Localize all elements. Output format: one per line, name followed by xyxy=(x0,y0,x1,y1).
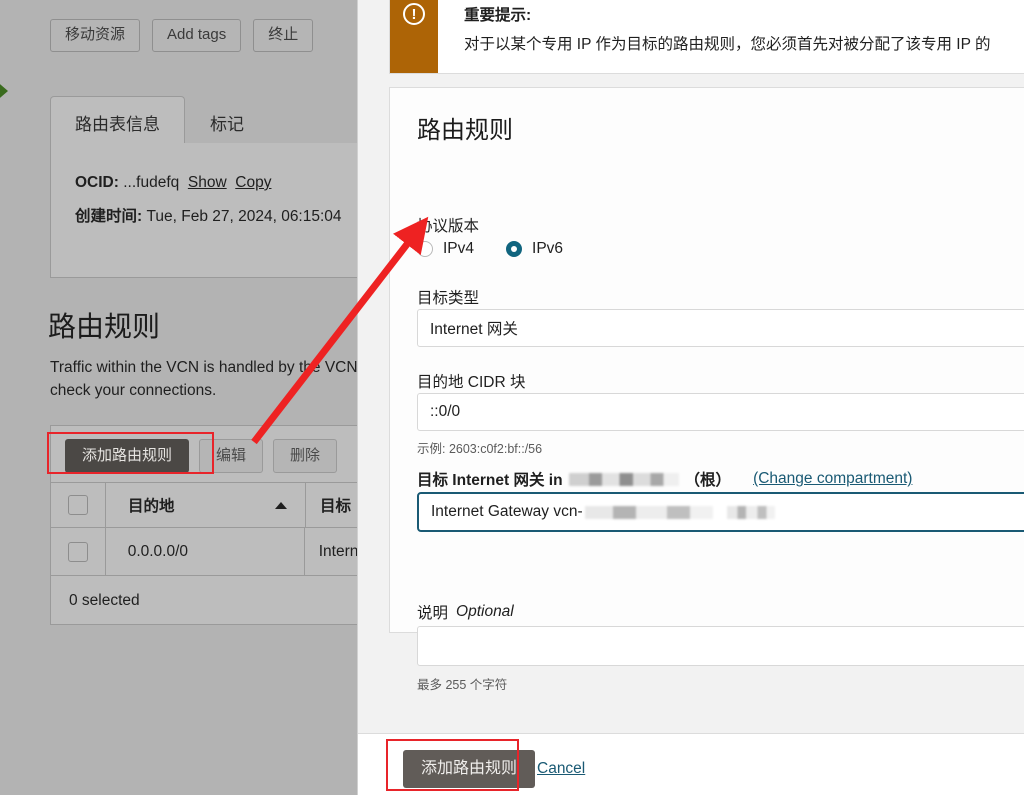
table-footer-selected-count: 0 selected xyxy=(51,576,357,625)
target-gateway-label-prefix: 目标 Internet 网关 in xyxy=(417,468,563,490)
route-rules-table: 添加路由规则 编辑 删除 目的地 目标 0.0.0.0/0 Int xyxy=(50,425,357,625)
description-hint: 最多 255 个字符 xyxy=(417,674,507,693)
target-gateway-label-suffix: （根） xyxy=(685,468,732,490)
target-type-select[interactable]: Internet 网关 xyxy=(417,309,1024,347)
ocid-value: ...fudefq xyxy=(123,174,179,191)
select-all-checkbox[interactable] xyxy=(68,495,88,515)
edit-button[interactable]: 编辑 xyxy=(199,439,263,473)
add-tags-button[interactable]: Add tags xyxy=(152,19,241,52)
banner-text: 重要提示: 对于以某个专用 IP 作为目标的路由规则，您必须首先对被分配了该专用… xyxy=(438,0,990,73)
table-header-row: 目的地 目标 xyxy=(51,482,357,528)
table-row[interactable]: 0.0.0.0/0 Internet xyxy=(51,528,357,576)
add-route-rule-button[interactable]: 添加路由规则 xyxy=(65,439,189,473)
important-notice-banner: ! 重要提示: 对于以某个专用 IP 作为目标的路由规则，您必须首先对被分配了该… xyxy=(389,0,1024,74)
redacted-gateway-id-1 xyxy=(585,506,713,519)
cancel-link[interactable]: Cancel xyxy=(537,760,585,778)
target-type-label: 目标类型 xyxy=(417,286,479,308)
submit-add-route-rule-button[interactable]: 添加路由规则 xyxy=(403,750,535,788)
screen-root: 移动资源 Add tags 终止 路由表信息 标记 OCID: ...fudef… xyxy=(0,0,1024,795)
banner-body: 对于以某个专用 IP 作为目标的路由规则，您必须首先对被分配了该专用 IP 的 xyxy=(464,30,990,59)
route-rules-heading: 路由规则 xyxy=(48,305,160,345)
target-type-value: Internet 网关 xyxy=(430,317,518,339)
background-page: 移动资源 Add tags 终止 路由表信息 标记 OCID: ...fudef… xyxy=(0,0,357,795)
created-row: 创建时间: Tue, Feb 27, 2024, 06:15:04 xyxy=(75,204,342,226)
target-gateway-label-row: 目标 Internet 网关 in （根） (Change compartmen… xyxy=(417,468,912,490)
route-table-info-card: OCID: ...fudefq Show Copy 创建时间: Tue, Feb… xyxy=(50,143,357,278)
route-rules-toolbar: 添加路由规则 编辑 删除 xyxy=(65,439,337,473)
destination-cidr-label: 目的地 CIDR 块 xyxy=(417,370,526,392)
destination-cidr-value: ::0/0 xyxy=(430,403,460,421)
tab-route-table-info[interactable]: 路由表信息 xyxy=(50,96,185,147)
move-resource-button[interactable]: 移动资源 xyxy=(50,19,140,52)
exclamation-circle-icon: ! xyxy=(403,3,425,25)
resource-action-buttons: 移动资源 Add tags 终止 xyxy=(50,19,313,52)
radio-ipv6[interactable] xyxy=(506,241,522,257)
banner-title: 重要提示: xyxy=(464,7,531,24)
description-label-row: 说明 Optional xyxy=(417,601,514,623)
destination-cidr-hint: 示例: 2603:c0f2:bf::/56 xyxy=(417,438,542,457)
created-label: 创建时间: xyxy=(75,208,142,225)
ocid-label: OCID: xyxy=(75,174,119,191)
destination-cidr-input[interactable]: ::0/0 xyxy=(417,393,1024,431)
add-route-rule-panel: ! 重要提示: 对于以某个专用 IP 作为目标的路由规则，您必须首先对被分配了该… xyxy=(357,0,1024,795)
radio-ipv4-label[interactable]: IPv4 xyxy=(443,240,474,258)
ocid-copy-link[interactable]: Copy xyxy=(235,174,271,191)
change-compartment-link[interactable]: (Change compartment) xyxy=(753,470,912,488)
target-gateway-select[interactable]: Internet Gateway vcn- xyxy=(417,492,1024,532)
cell-destination: 0.0.0.0/0 xyxy=(106,528,305,575)
column-header-destination[interactable]: 目的地 xyxy=(106,483,306,527)
description-label: 说明 xyxy=(417,601,448,623)
cell-target: Internet xyxy=(305,543,357,561)
description-optional-label: Optional xyxy=(456,603,514,621)
form-title: 路由规则 xyxy=(417,110,513,145)
green-chevron-icon xyxy=(0,62,8,120)
radio-ipv4[interactable] xyxy=(417,241,433,257)
row-select-cell[interactable] xyxy=(51,528,106,575)
banner-accent-bar: ! xyxy=(390,0,438,73)
redacted-compartment-name xyxy=(569,473,679,486)
detail-tabs: 路由表信息 标记 xyxy=(50,96,269,147)
column-header-destination-label: 目的地 xyxy=(128,494,175,516)
target-gateway-value-prefix: Internet Gateway vcn- xyxy=(431,503,583,521)
ocid-row: OCID: ...fudefq Show Copy xyxy=(75,174,271,192)
row-checkbox[interactable] xyxy=(68,542,88,562)
created-value: Tue, Feb 27, 2024, 06:15:04 xyxy=(146,208,341,225)
delete-button[interactable]: 删除 xyxy=(273,439,337,473)
tab-tags[interactable]: 标记 xyxy=(185,96,269,147)
description-input[interactable] xyxy=(417,626,1024,666)
column-header-target[interactable]: 目标 xyxy=(306,494,351,516)
redacted-gateway-id-2 xyxy=(727,506,775,519)
route-rule-form: 路由规则 协议版本 IPv4 IPv6 目标类型 Internet 网关 目的地… xyxy=(389,87,1024,633)
sort-ascending-icon[interactable] xyxy=(275,502,287,509)
route-rules-description: Traffic within the VCN is handled by the… xyxy=(50,356,357,402)
select-all-cell[interactable] xyxy=(51,483,106,527)
ocid-show-link[interactable]: Show xyxy=(188,174,227,191)
protocol-version-radio-group: IPv4 IPv6 xyxy=(417,240,585,258)
terminate-button[interactable]: 终止 xyxy=(253,19,313,52)
panel-footer: 添加路由规则 Cancel xyxy=(358,733,1024,795)
radio-ipv6-label[interactable]: IPv6 xyxy=(532,240,563,258)
protocol-version-label: 协议版本 xyxy=(417,214,479,236)
